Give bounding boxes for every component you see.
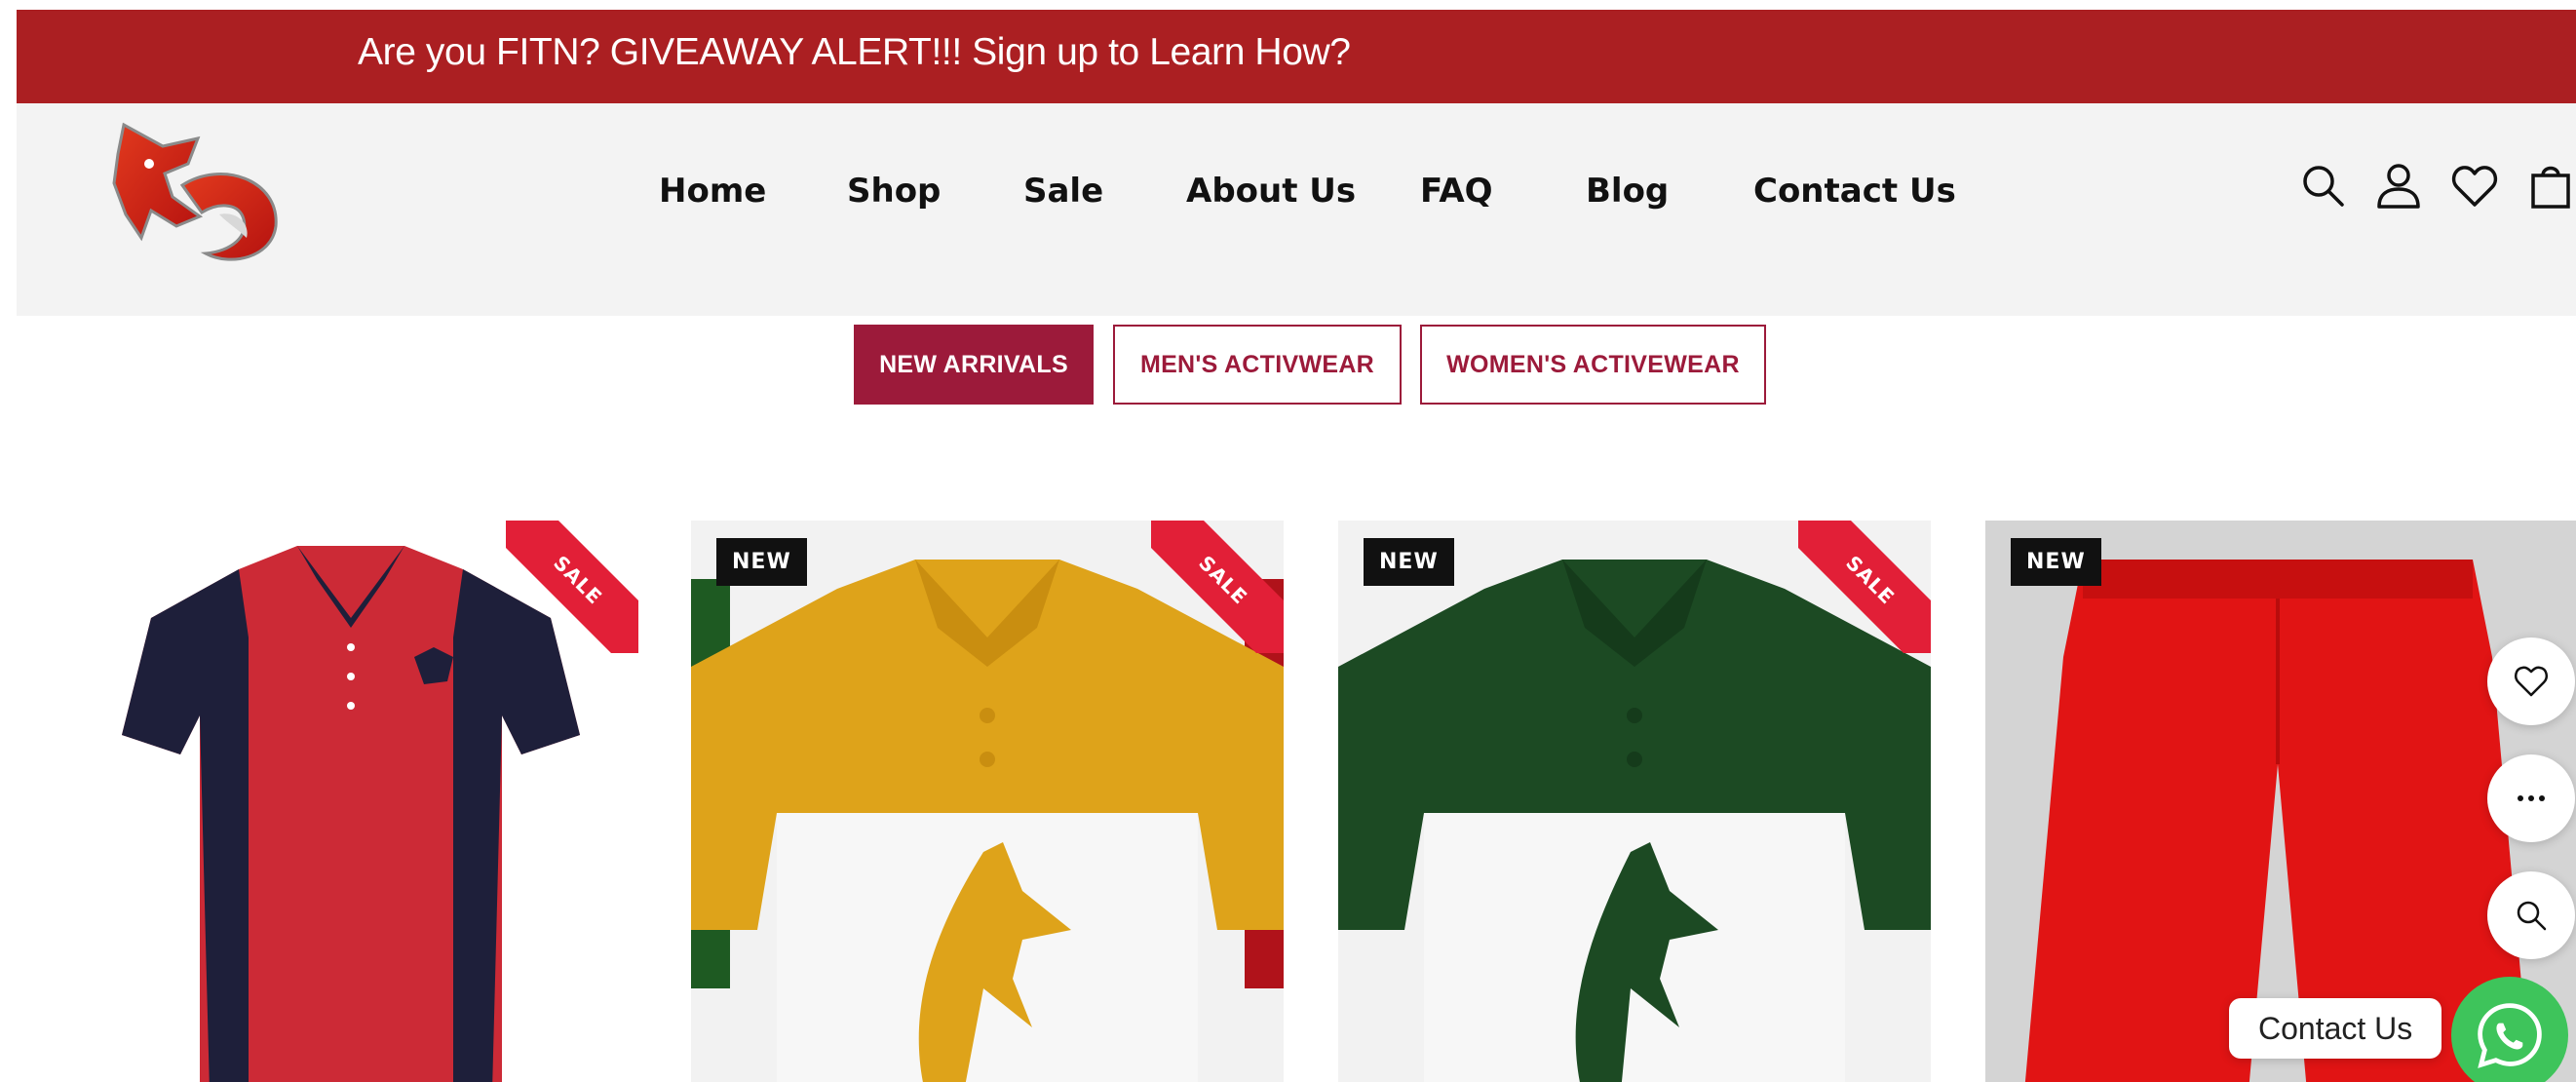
whatsapp-button[interactable]	[2451, 977, 2568, 1082]
wishlist-heart-icon[interactable]	[2449, 160, 2500, 211]
announcement-text[interactable]: Are you FITN? GIVEAWAY ALERT!!! Sign up …	[358, 31, 1351, 74]
wishlist-heart-icon	[2514, 666, 2549, 697]
nav-home[interactable]: Home	[659, 172, 766, 211]
nav-about-us[interactable]: About Us	[1186, 172, 1356, 211]
nav-contact-us[interactable]: Contact Us	[1753, 172, 1956, 211]
new-badge: NEW	[1364, 538, 1454, 586]
product-card[interactable]: NEW SALE	[691, 521, 1284, 1082]
quick-view-search-icon	[2517, 901, 2547, 931]
sale-ribbon: SALE	[1151, 521, 1284, 653]
tab-mens-activewear[interactable]: MEN'S ACTIVWEAR	[1113, 325, 1402, 405]
nav-blog[interactable]: Blog	[1586, 172, 1669, 211]
float-more-options-button[interactable]	[2487, 754, 2575, 842]
nav-sale[interactable]: Sale	[1023, 172, 1103, 211]
nav-shop[interactable]: Shop	[847, 172, 941, 211]
float-quick-view-button[interactable]	[2487, 871, 2575, 959]
product-card[interactable]: NEW SALE	[1338, 521, 1931, 1082]
header-icon-group	[2297, 160, 2576, 211]
tab-new-arrivals[interactable]: NEW ARRIVALS	[854, 325, 1094, 405]
new-badge: NEW	[2011, 538, 2101, 586]
product-card[interactable]: SALE	[63, 521, 638, 1082]
page: Are you FITN? GIVEAWAY ALERT!!! Sign up …	[17, 10, 2576, 1082]
sale-ribbon: SALE	[1798, 521, 1931, 653]
search-icon[interactable]	[2297, 160, 2348, 211]
announcement-bar[interactable]: Are you FITN? GIVEAWAY ALERT!!! Sign up …	[17, 10, 2576, 103]
tab-womens-activewear[interactable]: WOMEN'S ACTIVEWEAR	[1420, 325, 1766, 405]
nav-faq[interactable]: FAQ	[1420, 172, 1493, 211]
more-options-icon	[2518, 795, 2545, 801]
shopping-bag-icon[interactable]	[2525, 160, 2576, 211]
brand-logo[interactable]	[104, 121, 289, 267]
contact-us-label[interactable]: Contact Us	[2229, 998, 2442, 1059]
account-icon[interactable]	[2373, 160, 2424, 211]
whatsapp-icon	[2478, 1003, 2542, 1068]
fox-logo-icon	[112, 122, 278, 261]
sale-ribbon: SALE	[506, 521, 638, 653]
site-header: Home Shop Sale About Us FAQ Blog Contact…	[17, 103, 2576, 316]
new-badge: NEW	[716, 538, 807, 586]
float-wishlist-button[interactable]	[2487, 638, 2575, 725]
